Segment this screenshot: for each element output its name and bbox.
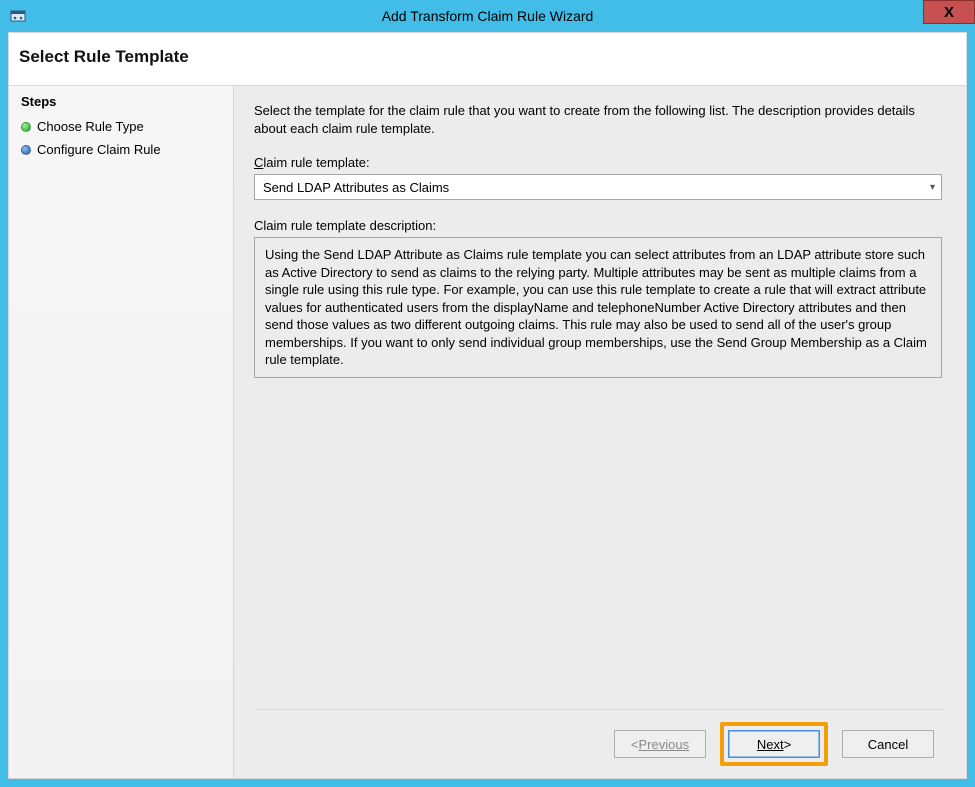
next-label: Next	[757, 737, 784, 752]
description-label: Claim rule template description:	[254, 218, 946, 233]
steps-sidebar: Steps Choose Rule Type Configure Claim R…	[9, 86, 234, 778]
next-button-highlight: Next >	[720, 722, 828, 766]
cancel-label: Cancel	[868, 737, 908, 752]
window-title: Add Transform Claim Rule Wizard	[0, 8, 975, 24]
title-bar: Add Transform Claim Rule Wizard X	[0, 0, 975, 32]
content-pane: Select the template for the claim rule t…	[234, 86, 966, 778]
step-configure-claim-rule[interactable]: Configure Claim Rule	[9, 138, 233, 161]
previous-button: < Previous	[614, 730, 706, 758]
step-label: Configure Claim Rule	[37, 142, 161, 157]
step-choose-rule-type[interactable]: Choose Rule Type	[9, 115, 233, 138]
spacer	[254, 378, 946, 709]
chevron-down-icon: ▾	[930, 182, 935, 193]
template-description: Using the Send LDAP Attribute as Claims …	[254, 237, 942, 378]
bullet-current-icon	[21, 122, 31, 132]
claim-rule-template-dropdown[interactable]: Send LDAP Attributes as Claims ▾	[254, 174, 942, 200]
body: Steps Choose Rule Type Configure Claim R…	[9, 86, 966, 778]
close-icon: X	[944, 4, 954, 21]
steps-heading: Steps	[9, 94, 233, 115]
cancel-button[interactable]: Cancel	[842, 730, 934, 758]
intro-text: Select the template for the claim rule t…	[254, 102, 946, 137]
step-label: Choose Rule Type	[37, 119, 144, 134]
previous-label: Previous	[639, 737, 690, 752]
template-label: Claim rule template:	[254, 155, 946, 170]
button-row: < Previous Next > Cancel	[254, 709, 946, 778]
page-header: Select Rule Template	[9, 33, 966, 86]
wizard-window: Add Transform Claim Rule Wizard X Select…	[0, 0, 975, 787]
app-icon	[10, 8, 26, 24]
close-button[interactable]: X	[923, 0, 975, 24]
client-area: Select Rule Template Steps Choose Rule T…	[8, 32, 967, 779]
dropdown-value: Send LDAP Attributes as Claims	[263, 180, 449, 195]
page-title: Select Rule Template	[19, 47, 956, 67]
previous-prefix: <	[631, 737, 639, 752]
bullet-pending-icon	[21, 145, 31, 155]
next-suffix: >	[784, 737, 792, 752]
next-button[interactable]: Next >	[728, 730, 820, 758]
